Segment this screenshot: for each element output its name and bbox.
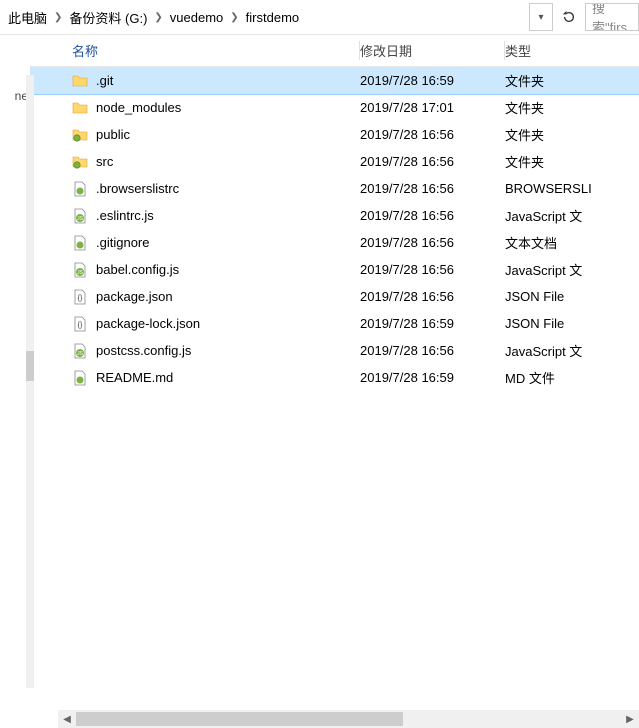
file-icon	[72, 370, 88, 386]
file-name: node_modules	[96, 100, 181, 115]
column-headers: 名称 修改日期 类型	[30, 35, 639, 67]
file-list: .git2019/7/28 16:59文件夹node_modules2019/7…	[30, 67, 639, 708]
file-icon	[72, 73, 88, 89]
file-icon	[72, 235, 88, 251]
file-row[interactable]: node_modules 2019/7/28 17:01文件夹	[30, 94, 639, 121]
file-type: JSON File	[505, 289, 639, 304]
search-placeholder: 搜索"firs	[592, 3, 638, 31]
file-type: JSON File	[505, 316, 639, 331]
file-name: .browserslistrc	[96, 181, 179, 196]
file-row[interactable]: JS babel.config.js 2019/7/28 16:56JavaScri…	[30, 256, 639, 283]
file-type: 文件夹	[505, 71, 639, 90]
file-row[interactable]: .git 2019/7/28 16:59文件夹	[30, 67, 639, 94]
svg-text:{}: {}	[78, 295, 83, 302]
file-date: 2019/7/28 16:56	[360, 289, 505, 304]
content-area: ne 名称 修改日期 类型 .git2019/7/28 16:59文件夹node…	[0, 35, 639, 708]
file-row[interactable]: .browserslistrc 2019/7/28 16:56BROWSERSLI	[30, 175, 639, 202]
file-type: MD 文件	[505, 368, 639, 387]
chevron-right-icon[interactable]: ❯	[53, 12, 63, 23]
file-icon	[72, 181, 88, 197]
file-date: 2019/7/28 16:56	[360, 127, 505, 142]
file-row[interactable]: README.md 2019/7/28 16:59MD 文件	[30, 364, 639, 391]
file-name: .git	[96, 73, 113, 88]
file-icon: JS	[72, 343, 88, 359]
chevron-right-icon[interactable]: ❯	[153, 12, 163, 23]
file-date: 2019/7/28 16:56	[360, 262, 505, 277]
nav-pane-strip: ne	[0, 35, 30, 708]
file-type: 文件夹	[505, 98, 639, 117]
file-icon: JS	[72, 262, 88, 278]
file-date: 2019/7/28 16:56	[360, 181, 505, 196]
file-row[interactable]: public 2019/7/28 16:56文件夹	[30, 121, 639, 148]
file-type: JavaScript 文	[505, 260, 639, 279]
breadcrumb-item[interactable]: vuedemo	[168, 8, 225, 27]
file-date: 2019/7/28 17:01	[360, 100, 505, 115]
scroll-track[interactable]	[76, 710, 621, 728]
breadcrumb: 此电脑 ❯ 备份资料 (G:) ❯ vuedemo ❯ firstdemo	[0, 6, 529, 29]
file-name: package-lock.json	[96, 316, 200, 331]
file-pane: 名称 修改日期 类型 .git2019/7/28 16:59文件夹node_mo…	[30, 35, 639, 708]
file-type: BROWSERSLI	[505, 181, 639, 196]
file-date: 2019/7/28 16:56	[360, 235, 505, 250]
svg-text:{}: {}	[78, 322, 83, 329]
file-row[interactable]: src 2019/7/28 16:56文件夹	[30, 148, 639, 175]
file-icon	[72, 127, 88, 143]
file-type: 文件夹	[505, 152, 639, 171]
file-type: JavaScript 文	[505, 206, 639, 225]
file-name: README.md	[96, 370, 173, 385]
svg-text:JS: JS	[77, 351, 84, 357]
file-name: package.json	[96, 289, 173, 304]
file-date: 2019/7/28 16:59	[360, 73, 505, 88]
toolbar: 此电脑 ❯ 备份资料 (G:) ❯ vuedemo ❯ firstdemo ▾ …	[0, 0, 639, 35]
breadcrumb-item[interactable]: firstdemo	[244, 8, 301, 27]
file-type: 文件夹	[505, 125, 639, 144]
file-row[interactable]: {} package.json 2019/7/28 16:56JSON File	[30, 283, 639, 310]
file-type: JavaScript 文	[505, 341, 639, 360]
chevron-right-icon[interactable]: ❯	[229, 12, 239, 23]
nav-scrollbar-thumb[interactable]	[26, 351, 34, 381]
file-name: src	[96, 154, 113, 169]
breadcrumb-dropdown-button[interactable]: ▾	[529, 3, 553, 31]
column-header-type[interactable]: 类型	[505, 35, 639, 66]
file-name: .eslintrc.js	[96, 208, 154, 223]
nav-scrollbar[interactable]	[26, 75, 34, 688]
scroll-right-button[interactable]: ▶	[621, 710, 639, 728]
svg-text:JS: JS	[77, 216, 84, 222]
svg-text:JS: JS	[77, 270, 84, 276]
column-header-date[interactable]: 修改日期	[360, 35, 505, 66]
scroll-left-button[interactable]: ◀	[58, 710, 76, 728]
file-row[interactable]: .gitignore 2019/7/28 16:56文本文档	[30, 229, 639, 256]
column-header-name[interactable]: 名称	[30, 35, 360, 66]
file-name: .gitignore	[96, 235, 149, 250]
file-icon	[72, 100, 88, 116]
file-date: 2019/7/28 16:56	[360, 154, 505, 169]
refresh-button[interactable]	[555, 3, 583, 31]
chevron-down-icon: ▾	[538, 12, 543, 23]
file-type: 文本文档	[505, 233, 639, 252]
file-icon: {}	[72, 316, 88, 332]
file-row[interactable]: {} package-lock.json 2019/7/28 16:59JSON F…	[30, 310, 639, 337]
horizontal-scrollbar[interactable]: ◀ ▶	[58, 710, 639, 728]
breadcrumb-item[interactable]: 此电脑	[6, 6, 49, 29]
file-row[interactable]: JS postcss.config.js 2019/7/28 16:56JavaSc…	[30, 337, 639, 364]
file-name: babel.config.js	[96, 262, 179, 277]
file-date: 2019/7/28 16:56	[360, 208, 505, 223]
file-date: 2019/7/28 16:59	[360, 370, 505, 385]
file-name: public	[96, 127, 130, 142]
file-date: 2019/7/28 16:56	[360, 343, 505, 358]
file-icon: {}	[72, 289, 88, 305]
file-icon: JS	[72, 208, 88, 224]
refresh-icon	[562, 10, 576, 24]
scroll-thumb[interactable]	[76, 712, 403, 726]
search-input[interactable]: 搜索"firs	[585, 3, 639, 31]
file-row[interactable]: JS .eslintrc.js 2019/7/28 16:56JavaScript …	[30, 202, 639, 229]
file-icon	[72, 154, 88, 170]
breadcrumb-item[interactable]: 备份资料 (G:)	[67, 6, 149, 29]
file-name: postcss.config.js	[96, 343, 191, 358]
file-date: 2019/7/28 16:59	[360, 316, 505, 331]
